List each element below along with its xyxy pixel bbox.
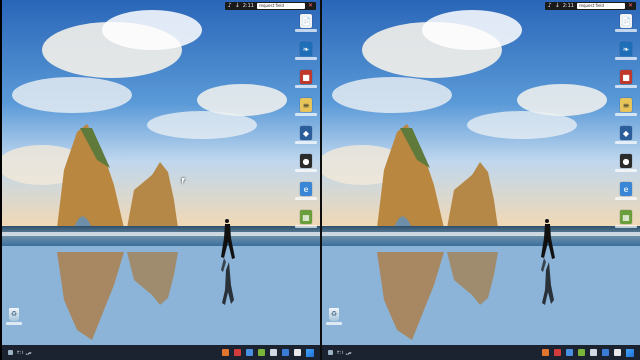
taskbar-app-icon[interactable] <box>234 349 241 356</box>
close-icon[interactable]: ✕ <box>628 2 633 10</box>
dark-app-icon[interactable]: ● <box>615 154 637 172</box>
taskbar-app-icon[interactable] <box>294 349 301 356</box>
dark-app-icon[interactable]: ● <box>295 154 317 172</box>
taskbar: ص ٢:١ <box>2 345 320 360</box>
taskbar-app-icon[interactable] <box>270 349 277 356</box>
taskbar-app-icon[interactable] <box>258 349 265 356</box>
bird-app-icon[interactable]: ❧ <box>295 42 317 60</box>
search-input[interactable]: request field <box>576 3 625 9</box>
taskbar-icons <box>222 348 320 357</box>
right-screen: ♪ ↓ 2:11 request field ✕ 📄 ❧ ■ ≡ ◆ ● e ▦… <box>322 0 640 360</box>
taskbar-icons <box>542 348 640 357</box>
notification-center-icon[interactable] <box>328 350 333 355</box>
colorful-app-icon[interactable]: ▦ <box>615 210 637 228</box>
desktop-wallpaper <box>322 0 640 345</box>
download-icon[interactable]: ↓ <box>235 2 240 10</box>
top-status-bar: ♪ ↓ 2:11 request field ✕ <box>544 2 636 10</box>
start-button[interactable] <box>626 348 634 357</box>
start-button[interactable] <box>306 348 314 357</box>
taskbar-app-icon[interactable] <box>554 349 561 356</box>
blue-app-icon[interactable]: ◆ <box>615 126 637 144</box>
recycle-icon: ♻ <box>329 308 339 321</box>
taskbar-clock[interactable]: ص ٢:١ <box>17 350 32 356</box>
ie-icon[interactable]: e <box>615 182 637 200</box>
desktop-icon-column: 📄 ❧ ■ ≡ ◆ ● e ▦ <box>295 14 317 228</box>
bird-app-icon[interactable]: ❧ <box>615 42 637 60</box>
taskbar-app-icon[interactable] <box>222 349 229 356</box>
taskbar: ص ٢:١ <box>322 345 640 360</box>
notification-icon[interactable]: ♪ <box>228 2 232 10</box>
close-icon[interactable]: ✕ <box>308 2 313 10</box>
taskbar-app-icon[interactable] <box>282 349 289 356</box>
file-icon[interactable]: 📄 <box>295 14 317 32</box>
file-icon[interactable]: 📄 <box>615 14 637 32</box>
taskbar-app-icon[interactable] <box>590 349 597 356</box>
recycle-bin-icon[interactable]: ♻ <box>326 308 342 325</box>
taskbar-app-icon[interactable] <box>602 349 609 356</box>
colorful-app-icon[interactable]: ▦ <box>295 210 317 228</box>
taskbar-app-icon[interactable] <box>614 349 621 356</box>
notification-center-icon[interactable] <box>8 350 13 355</box>
ie-icon[interactable]: e <box>295 182 317 200</box>
document-icon[interactable]: ≡ <box>615 98 637 116</box>
recycle-icon: ♻ <box>9 308 19 321</box>
recycle-bin-icon[interactable]: ♻ <box>6 308 22 325</box>
search-input[interactable]: request field <box>256 3 305 9</box>
top-status-bar: ♪ ↓ 2:11 request field ✕ <box>224 2 316 10</box>
notification-icon[interactable]: ♪ <box>548 2 552 10</box>
dual-screen-container: ♪ ↓ 2:11 request field ✕ 📄 ❧ ■ ≡ ◆ ● e ▦… <box>0 0 640 360</box>
red-app-icon[interactable]: ■ <box>295 70 317 88</box>
status-time: 2:11 <box>242 3 254 9</box>
mouse-cursor-icon <box>182 178 185 184</box>
desktop-wallpaper <box>2 0 320 345</box>
blue-app-icon[interactable]: ◆ <box>295 126 317 144</box>
taskbar-app-icon[interactable] <box>578 349 585 356</box>
red-app-icon[interactable]: ■ <box>615 70 637 88</box>
taskbar-app-icon[interactable] <box>566 349 573 356</box>
desktop-icon-column: 📄 ❧ ■ ≡ ◆ ● e ▦ <box>615 14 637 228</box>
taskbar-app-icon[interactable] <box>246 349 253 356</box>
status-time: 2:11 <box>562 3 574 9</box>
download-icon[interactable]: ↓ <box>555 2 560 10</box>
taskbar-clock[interactable]: ص ٢:١ <box>337 350 352 356</box>
document-icon[interactable]: ≡ <box>295 98 317 116</box>
left-screen: ♪ ↓ 2:11 request field ✕ 📄 ❧ ■ ≡ ◆ ● e ▦… <box>2 0 320 360</box>
taskbar-app-icon[interactable] <box>542 349 549 356</box>
